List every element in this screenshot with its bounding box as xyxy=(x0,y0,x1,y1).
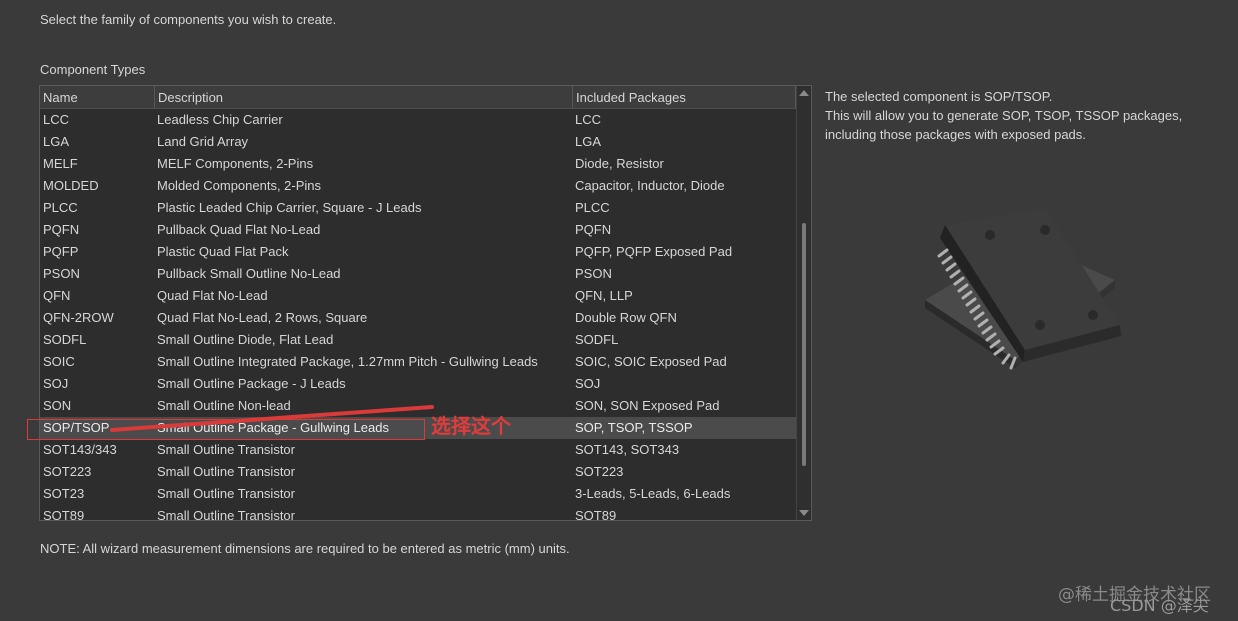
row-name-cell: SOIC xyxy=(43,354,75,369)
row-name-cell: MELF xyxy=(43,156,78,171)
row-name-cell: SOJ xyxy=(43,376,69,391)
row-description-cell: Small Outline Non-lead xyxy=(157,398,291,413)
sop-chip-image xyxy=(925,208,1121,370)
table-row[interactable]: QFN Quad Flat No-Lead QFN, LLP xyxy=(40,285,796,307)
description-line-3: including those packages with exposed pa… xyxy=(825,127,1086,142)
row-packages-cell: SOIC, SOIC Exposed Pad xyxy=(575,354,727,369)
table-row[interactable]: LGA Land Grid Array LGA xyxy=(40,131,796,153)
row-name-cell: LGA xyxy=(43,134,70,149)
row-name-cell: SOT89 xyxy=(43,508,85,520)
table-row[interactable]: QFN-2ROW Quad Flat No-Lead, 2 Rows, Squar… xyxy=(40,307,796,329)
description-panel: The selected component is SOP/TSOP. This… xyxy=(825,87,1225,144)
header-included-packages[interactable]: Included Packages xyxy=(573,86,796,108)
table-row[interactable]: SOT23 Small Outline Transistor 3-Leads, 5-… xyxy=(40,483,796,505)
row-packages-cell: PQFP, PQFP Exposed Pad xyxy=(575,244,733,259)
table-row[interactable]: PLCC Plastic Leaded Chip Carrier, Square … xyxy=(40,197,796,219)
row-packages-cell: SOT89 xyxy=(575,508,617,520)
annotation-highlight-box xyxy=(27,419,425,440)
vertical-scrollbar[interactable] xyxy=(796,86,811,520)
table-row[interactable]: MOLDED Molded Components, 2-Pins Capacitor… xyxy=(40,175,796,197)
row-packages-cell: LGA xyxy=(575,134,602,149)
row-packages-cell: Diode, Resistor xyxy=(575,156,664,171)
row-description-cell: Quad Flat No-Lead xyxy=(157,288,268,303)
table-row[interactable]: PSON Pullback Small Outline No-Lead PSON xyxy=(40,263,796,285)
table-row[interactable]: PQFN Pullback Quad Flat No-Lead PQFN xyxy=(40,219,796,241)
table-row[interactable]: PQFP Plastic Quad Flat Pack PQFP, PQFP Exp… xyxy=(40,241,796,263)
row-name-cell: SOT143/343 xyxy=(43,442,117,457)
header-name[interactable]: Name xyxy=(40,86,155,108)
row-name-cell: LCC xyxy=(43,112,70,127)
row-description-cell: Small Outline Package - J Leads xyxy=(157,376,346,391)
row-description-cell: Leadless Chip Carrier xyxy=(157,112,283,127)
row-name-cell: PLCC xyxy=(43,200,78,215)
description-line-2: This will allow you to generate SOP, TSO… xyxy=(825,108,1183,123)
row-description-cell: Small Outline Transistor xyxy=(157,486,295,501)
header-description[interactable]: Description xyxy=(155,86,573,108)
row-description-cell: Small Outline Diode, Flat Lead xyxy=(157,332,334,347)
table-row[interactable]: LCC Leadless Chip Carrier LCC xyxy=(40,109,796,131)
row-name-cell: PQFN xyxy=(43,222,80,237)
row-packages-cell: SON, SON Exposed Pad xyxy=(575,398,720,413)
row-packages-cell: 3-Leads, 5-Leads, 6-Leads xyxy=(575,486,731,501)
row-packages-cell: PQFN xyxy=(575,222,612,237)
row-name-cell: SODFL xyxy=(43,332,87,347)
row-description-cell: Molded Components, 2-Pins xyxy=(157,178,322,193)
row-packages-cell: LCC xyxy=(575,112,602,127)
scroll-up-arrow-icon[interactable] xyxy=(799,90,809,96)
list-rows: LCC Leadless Chip Carrier LCC LGA Land Grid … xyxy=(40,109,796,520)
row-packages-cell: SOJ xyxy=(575,376,601,391)
row-description-cell: Plastic Leaded Chip Carrier, Square - J … xyxy=(157,200,422,215)
table-row[interactable]: SON Small Outline Non-lead SON, SON Expose… xyxy=(40,395,796,417)
intro-text: Select the family of components you wish… xyxy=(40,12,337,27)
row-name-cell: MOLDED xyxy=(43,178,99,193)
row-packages-cell: SODFL xyxy=(575,332,619,347)
watermark-csdn: CSDN @泽尖 xyxy=(1110,596,1209,615)
component-types-list[interactable]: Name Description Included Packages LCC Le… xyxy=(39,85,812,521)
row-name-cell: SON xyxy=(43,398,72,413)
table-row[interactable]: SOIC Small Outline Integrated Package, 1.… xyxy=(40,351,796,373)
row-description-cell: Small Outline Transistor xyxy=(157,442,295,457)
table-row[interactable]: SOT143/343 Small Outline Transistor SOT143… xyxy=(40,439,796,461)
scroll-down-arrow-icon[interactable] xyxy=(799,510,809,516)
row-packages-cell: PSON xyxy=(575,266,612,281)
metric-units-note: NOTE: All wizard measurement dimensions … xyxy=(40,541,570,556)
row-packages-cell: Capacitor, Inductor, Diode xyxy=(575,178,725,193)
row-packages-cell: SOP, TSOP, TSSOP xyxy=(575,420,693,435)
table-row[interactable]: SOJ Small Outline Package - J Leads SOJ xyxy=(40,373,796,395)
row-description-cell: Land Grid Array xyxy=(157,134,249,149)
row-description-cell: Pullback Small Outline No-Lead xyxy=(157,266,341,281)
description-line-1: The selected component is SOP/TSOP. xyxy=(825,89,1053,104)
table-row[interactable]: MELF MELF Components, 2-Pins Diode, Resist… xyxy=(40,153,796,175)
row-packages-cell: SOT223 xyxy=(575,464,624,479)
scrollbar-thumb[interactable] xyxy=(802,223,806,466)
table-row[interactable]: SOT89 Small Outline Transistor SOT89 xyxy=(40,505,796,520)
row-name-cell: SOT223 xyxy=(43,464,92,479)
row-packages-cell: SOT143, SOT343 xyxy=(575,442,680,457)
row-description-cell: Pullback Quad Flat No-Lead xyxy=(157,222,321,237)
annotation-text: 选择这个 xyxy=(431,414,511,438)
row-name-cell: QFN xyxy=(43,288,71,303)
row-name-cell: QFN-2ROW xyxy=(43,310,114,325)
row-description-cell: Small Outline Transistor xyxy=(157,508,295,520)
row-packages-cell: Double Row QFN xyxy=(575,310,677,325)
row-description-cell: Plastic Quad Flat Pack xyxy=(157,244,289,259)
row-description-cell: MELF Components, 2-Pins xyxy=(157,156,314,171)
component-types-label: Component Types xyxy=(40,62,146,77)
row-description-cell: Small Outline Integrated Package, 1.27mm… xyxy=(157,354,538,369)
row-packages-cell: QFN, LLP xyxy=(575,288,633,303)
table-row[interactable]: SOT223 Small Outline Transistor SOT223 xyxy=(40,461,796,483)
list-header: Name Description Included Packages xyxy=(40,86,796,109)
row-packages-cell: PLCC xyxy=(575,200,610,215)
row-description-cell: Quad Flat No-Lead, 2 Rows, Square xyxy=(157,310,368,325)
row-description-cell: Small Outline Transistor xyxy=(157,464,295,479)
row-name-cell: SOT23 xyxy=(43,486,85,501)
row-name-cell: PSON xyxy=(43,266,80,281)
table-row[interactable]: SODFL Small Outline Diode, Flat Lead SODFL xyxy=(40,329,796,351)
row-name-cell: PQFP xyxy=(43,244,79,259)
